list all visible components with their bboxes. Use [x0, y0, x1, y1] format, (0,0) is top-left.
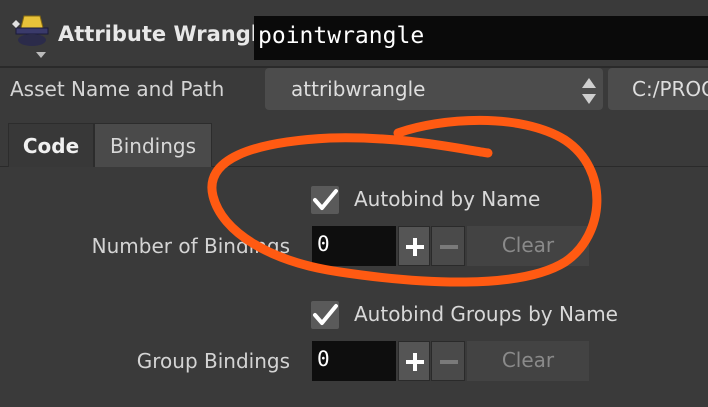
clear-group-bindings-button[interactable]: Clear — [467, 341, 589, 381]
autobind-by-name-label: Autobind by Name — [354, 187, 541, 211]
autobind-groups-label: Autobind Groups by Name — [354, 302, 618, 326]
group-bindings-label: Group Bindings — [136, 349, 290, 373]
asset-name-dropdown[interactable]: attribwrangle — [265, 68, 603, 110]
minus-icon — [440, 360, 458, 364]
checkmark-icon — [313, 189, 338, 210]
asset-path-field[interactable]: C:/PROG — [608, 68, 708, 110]
clear-bindings-button[interactable]: Clear — [467, 226, 589, 266]
tab-code[interactable]: Code — [8, 123, 94, 167]
plus-icon — [406, 238, 424, 256]
wizard-hat-icon[interactable] — [10, 14, 54, 60]
minus-icon — [440, 245, 458, 249]
tab-bindings[interactable]: Bindings — [94, 123, 212, 167]
asset-name-label: Asset Name and Path — [10, 77, 225, 101]
plus-icon — [406, 353, 424, 371]
node-name-field[interactable]: pointwrangle — [254, 16, 708, 60]
node-type-label: Attribute Wrangle — [58, 22, 273, 46]
add-group-binding-button[interactable] — [398, 341, 430, 381]
number-of-bindings-field[interactable]: 0 — [312, 226, 396, 266]
remove-binding-button[interactable] — [431, 226, 465, 266]
autobind-by-name-checkbox[interactable] — [311, 186, 339, 214]
autobind-groups-checkbox[interactable] — [311, 301, 339, 329]
number-of-bindings-label: Number of Bindings — [91, 234, 290, 258]
group-bindings-field[interactable]: 0 — [312, 341, 396, 381]
checkmark-icon — [313, 304, 338, 325]
remove-group-binding-button[interactable] — [431, 341, 465, 381]
updown-arrows-icon[interactable] — [580, 76, 598, 106]
add-binding-button[interactable] — [398, 226, 430, 266]
